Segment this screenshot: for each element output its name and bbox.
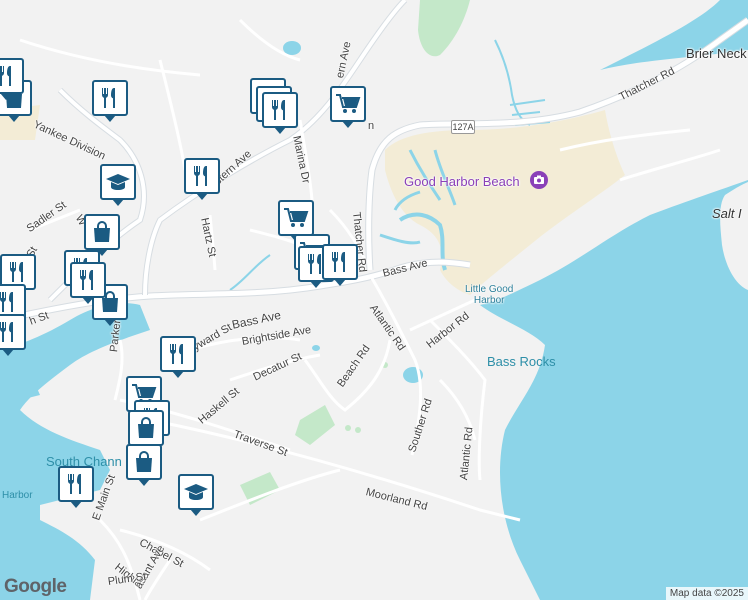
shopping-bag-icon	[90, 220, 114, 244]
restaurant-icon	[65, 472, 87, 496]
poi-marker[interactable]	[84, 214, 120, 256]
label-harbor: Harbor	[2, 490, 33, 501]
poi-marker[interactable]	[92, 80, 128, 122]
graduation-cap-icon	[183, 481, 209, 503]
poi-marker[interactable]	[262, 92, 298, 134]
shopping-bag-icon	[134, 416, 158, 440]
poi-marker[interactable]	[278, 200, 314, 242]
restaurant-icon	[191, 164, 213, 188]
poi-marker[interactable]	[100, 164, 136, 206]
map-attribution[interactable]: Map data ©2025	[665, 587, 748, 600]
restaurant-icon	[269, 98, 291, 122]
restaurant-icon	[167, 342, 189, 366]
poi-marker[interactable]	[330, 86, 366, 128]
poi-marker[interactable]	[58, 466, 94, 508]
label-brier-neck: Brier Neck	[686, 46, 747, 61]
restaurant-icon	[329, 250, 351, 274]
restaurant-icon	[0, 320, 19, 344]
label-good-harbor-beach[interactable]: Good Harbor Beach	[404, 174, 520, 189]
shopping-cart-icon	[283, 206, 309, 230]
shopping-bag-icon	[132, 450, 156, 474]
restaurant-icon	[0, 64, 17, 88]
poi-marker[interactable]	[178, 474, 214, 516]
label-n: n	[368, 120, 375, 132]
label-little-good-harbor: Little Good Harbor	[465, 284, 514, 306]
graduation-cap-icon	[105, 171, 131, 193]
label-bass-rocks: Bass Rocks	[487, 354, 556, 369]
google-logo: Google	[4, 576, 67, 597]
poi-marker[interactable]	[160, 336, 196, 378]
label-salt-island: Salt I	[712, 206, 742, 221]
poi-marker[interactable]	[0, 314, 26, 356]
restaurant-icon	[0, 290, 19, 314]
poi-marker[interactable]	[128, 410, 164, 452]
shopping-cart-icon	[335, 92, 361, 116]
poi-marker[interactable]	[0, 58, 24, 100]
poi-marker[interactable]	[126, 444, 162, 486]
restaurant-icon	[77, 268, 99, 292]
restaurant-icon	[99, 86, 121, 110]
map-view[interactable]: 127A Brier Neck Thatcher Rd Good Harbor …	[0, 0, 748, 600]
route-127a-shield: 127A	[451, 120, 475, 134]
poi-marker[interactable]	[322, 244, 358, 286]
poi-marker[interactable]	[70, 262, 106, 304]
poi-marker[interactable]	[184, 158, 220, 200]
camera-icon[interactable]	[530, 171, 548, 189]
restaurant-icon	[7, 260, 29, 284]
